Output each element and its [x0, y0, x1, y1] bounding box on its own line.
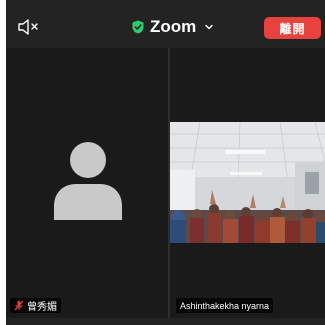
participant-tile[interactable]: Ashinthakekha nyarna: [170, 48, 325, 318]
participant-name-tag: Ashinthakekha nyarna: [176, 298, 274, 313]
app-title: Zoom: [150, 17, 197, 36]
bottom-bar: [6, 318, 325, 325]
chevron-down-icon: [205, 24, 213, 30]
leave-button[interactable]: 離開: [264, 17, 321, 39]
speaker-muted-icon: [18, 19, 38, 35]
participant-name: 曾秀媚: [27, 302, 57, 313]
participant-video: [170, 122, 325, 243]
mic-muted-icon: [14, 300, 24, 311]
meeting-title[interactable]: Zoom: [132, 16, 214, 38]
person-silhouette-icon: [54, 142, 122, 220]
speaker-toggle-button[interactable]: [16, 16, 42, 38]
meeting-window: Zoom 離開 曾秀媚 Ashinthakekha nyarna: [6, 0, 325, 325]
shield-check-icon: [132, 20, 144, 34]
participant-name: Ashinthakekha nyarna: [180, 300, 270, 311]
participant-tile[interactable]: 曾秀媚: [6, 48, 168, 318]
top-bar: Zoom 離開: [6, 0, 325, 46]
participant-name-tag: 曾秀媚: [10, 298, 61, 313]
